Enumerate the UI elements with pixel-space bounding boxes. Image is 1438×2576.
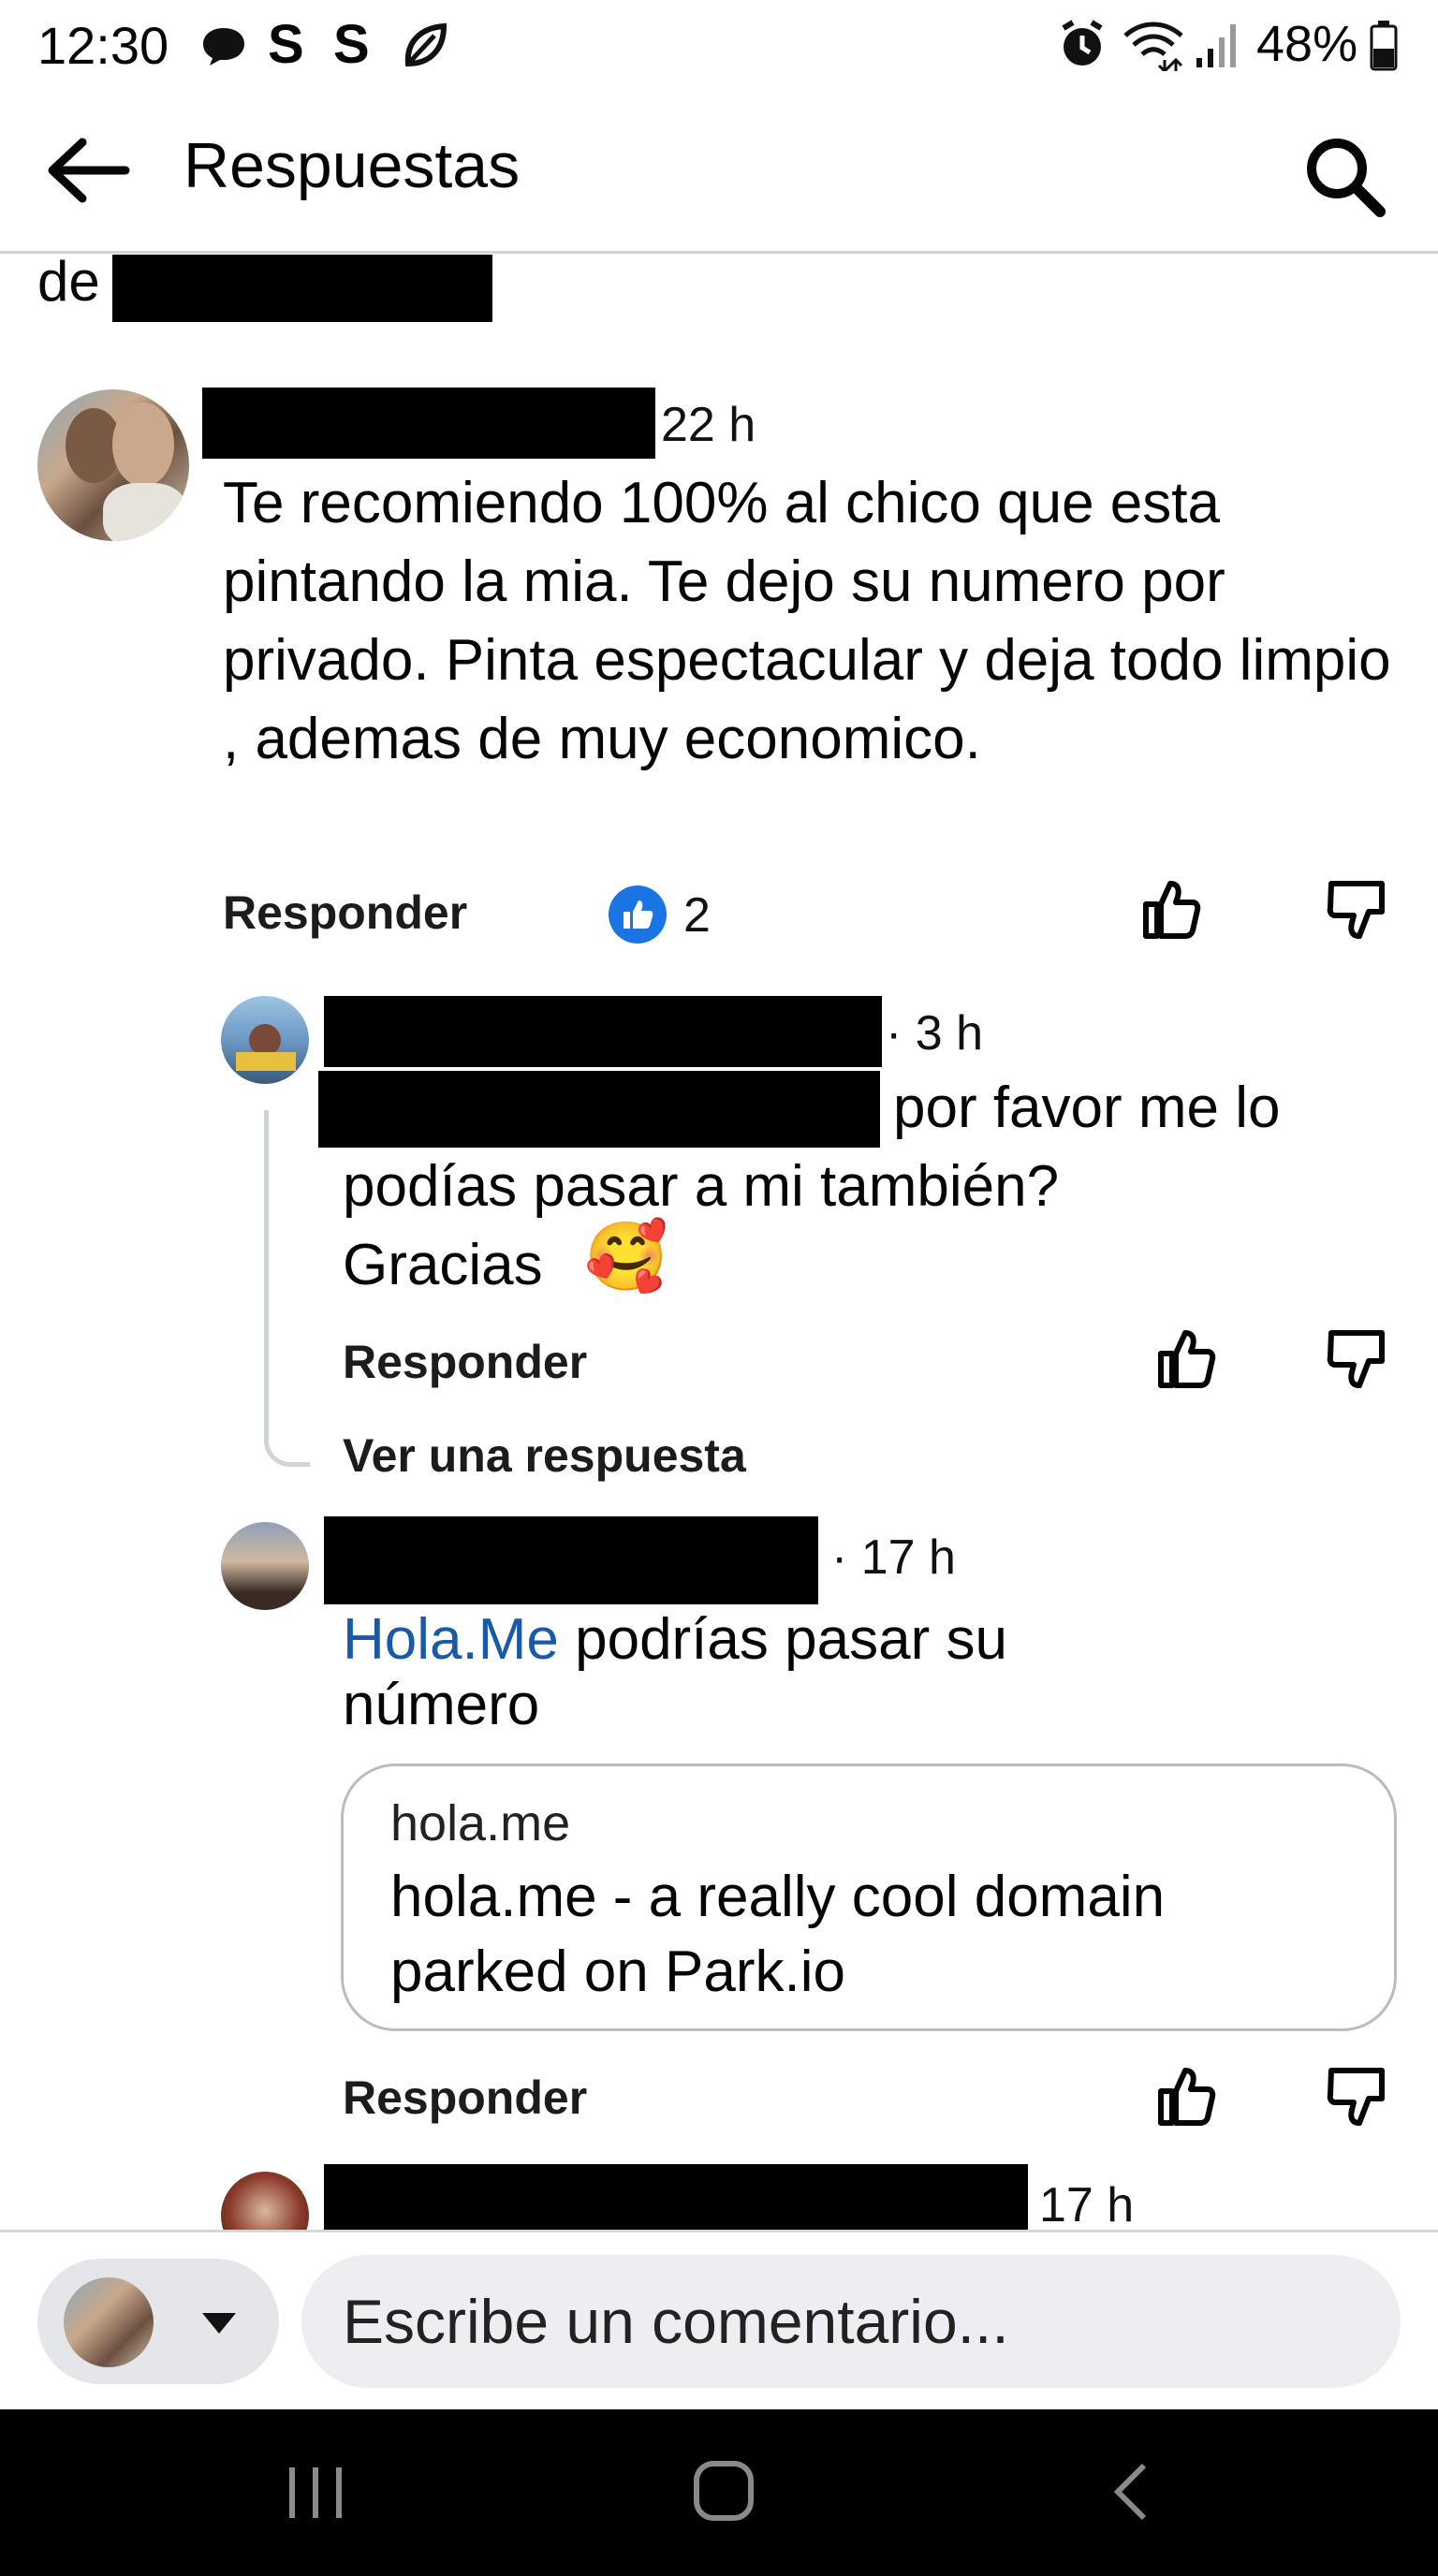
avatar-figure xyxy=(103,483,187,541)
comment-input[interactable]: Escribe un comentario... xyxy=(301,2255,1401,2388)
comment-time: 22 h xyxy=(661,398,756,452)
chat-icon xyxy=(203,28,244,66)
avatar-figure xyxy=(112,402,174,487)
reply-button[interactable]: Responder xyxy=(343,1335,587,1389)
reply-time: · 17 h xyxy=(831,1530,956,1585)
status-time: 12:30 xyxy=(37,16,169,75)
reply-time: · 3 h xyxy=(886,1006,984,1061)
smiling-face-hearts-emoji: 🥰 xyxy=(584,1220,668,1295)
redacted-name xyxy=(202,388,655,459)
top-fragment-text: de xyxy=(37,250,100,313)
chevron-down-icon xyxy=(202,2313,236,2334)
recent-apps-icon[interactable] xyxy=(285,2462,346,2524)
avatar xyxy=(64,2277,154,2367)
avatar[interactable] xyxy=(37,389,189,541)
downvote-icon[interactable] xyxy=(1326,2063,1387,2130)
view-replies-link[interactable]: Ver una respuesta xyxy=(343,1428,746,1483)
reply-button[interactable]: Responder xyxy=(223,886,467,940)
status-bar: 12:30 S S 48% xyxy=(0,0,1438,86)
alarm-icon xyxy=(1062,20,1103,66)
avatar-figure xyxy=(236,1052,296,1071)
avatar[interactable] xyxy=(221,996,309,1084)
page-title: Respuestas xyxy=(183,130,521,201)
redacted-name xyxy=(112,255,492,322)
arrow-left-icon[interactable] xyxy=(45,137,131,204)
comment-text: Te recomiendo 100% al chico que esta pin… xyxy=(223,471,1391,771)
reply-text-part: podrías pasar su xyxy=(558,1607,1007,1672)
upvote-icon[interactable] xyxy=(1155,2063,1217,2130)
link-preview-title: hola.me - a really cool domain xyxy=(390,1865,1166,1929)
reply-button[interactable]: Responder xyxy=(343,2071,587,2125)
battery-icon xyxy=(1370,21,1398,71)
avatar-figure xyxy=(249,1024,281,1056)
mention-link[interactable]: Hola.Me xyxy=(343,1607,559,1672)
redacted-name xyxy=(324,1516,818,1604)
reply-time: 17 h xyxy=(1039,2178,1135,2232)
battery-percent: 48% xyxy=(1256,16,1358,72)
reply-text: por favor me lo xyxy=(893,1076,1281,1140)
reaction-count: 2 xyxy=(683,888,711,943)
profile-switcher[interactable] xyxy=(37,2259,279,2384)
upvote-icon[interactable] xyxy=(1155,1325,1217,1393)
home-icon[interactable] xyxy=(691,2458,756,2524)
wifi-icon xyxy=(1123,22,1183,71)
s-icon: S xyxy=(333,14,370,75)
reply-text: número xyxy=(343,1673,540,1737)
redacted-name xyxy=(318,1071,880,1148)
leaf-icon xyxy=(404,22,448,67)
reply-text: Gracias xyxy=(343,1233,543,1297)
system-nav-bar xyxy=(0,2409,1438,2576)
like-reaction-icon[interactable] xyxy=(607,884,668,945)
reply-text: podías pasar a mi también? xyxy=(343,1154,1060,1219)
link-preview-card[interactable]: hola.me hola.me - a really cool domain p… xyxy=(341,1764,1397,2031)
link-preview-title: parked on Park.io xyxy=(390,1939,845,2004)
s-icon: S xyxy=(268,14,304,75)
upvote-icon[interactable] xyxy=(1140,876,1202,944)
downvote-icon[interactable] xyxy=(1326,1325,1387,1393)
signal-icon xyxy=(1196,24,1236,67)
thread-line xyxy=(264,1110,310,1467)
downvote-icon[interactable] xyxy=(1326,876,1387,944)
redacted-name xyxy=(324,996,882,1067)
back-nav-icon[interactable] xyxy=(1110,2460,1152,2524)
avatar[interactable] xyxy=(221,1522,309,1610)
link-preview-domain: hola.me xyxy=(390,1795,571,1852)
comment-composer: Escribe un comentario... xyxy=(0,2230,1438,2412)
search-icon[interactable] xyxy=(1303,135,1387,219)
app-bar: Respuestas xyxy=(0,86,1438,254)
